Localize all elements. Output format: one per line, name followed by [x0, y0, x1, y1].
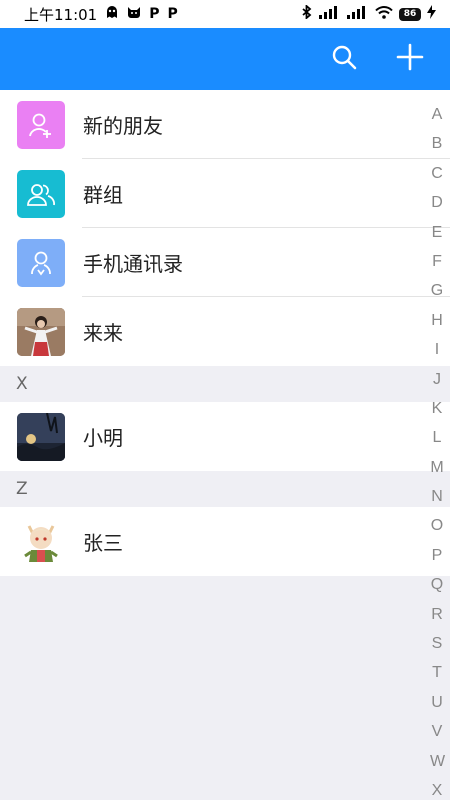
- search-button[interactable]: [325, 40, 363, 78]
- alphabet-index-letter-b[interactable]: B: [430, 129, 444, 158]
- p-notification-icon: P: [149, 6, 160, 22]
- alphabet-index-letter-r[interactable]: R: [430, 600, 444, 629]
- list-item-label: 群组: [83, 183, 123, 207]
- photo-avatar: [17, 307, 65, 356]
- alphabet-index-letter-n[interactable]: N: [430, 482, 444, 511]
- list-item-groups[interactable]: 群组: [0, 159, 450, 228]
- cat-notification-icon: [127, 5, 141, 23]
- contact-list: 新的朋友 群组 手机通讯录 来来 X 小明 Z 张三: [0, 90, 450, 576]
- contact-name: 张三: [83, 531, 123, 555]
- section-header-z: Z: [0, 471, 450, 507]
- status-left: 上午11:01 P P: [24, 4, 178, 25]
- alphabet-index-letter-q[interactable]: Q: [430, 570, 444, 599]
- anime-avatar: [17, 517, 65, 566]
- charging-icon: [427, 5, 436, 23]
- alphabet-index-letter-f[interactable]: F: [430, 247, 444, 276]
- alphabet-index-letter-e[interactable]: E: [430, 218, 444, 247]
- alphabet-index-letter-a[interactable]: A: [430, 100, 444, 129]
- section-letter: Z: [16, 479, 28, 499]
- plus-icon: [396, 43, 424, 75]
- contact-row-zhangsan[interactable]: 张三: [0, 507, 450, 576]
- add-button[interactable]: [391, 40, 429, 78]
- contact-name: 小明: [83, 426, 123, 450]
- signal-icon-2: [347, 5, 369, 23]
- bluetooth-icon: [301, 4, 313, 23]
- p-notification-icon-2: P: [167, 6, 178, 22]
- top-app-bar: [0, 28, 450, 90]
- wifi-icon: [375, 5, 393, 23]
- list-item-label: 手机通讯录: [83, 252, 183, 276]
- list-item-phone-contacts[interactable]: 手机通讯录: [0, 228, 450, 297]
- alphabet-index-letter-t[interactable]: T: [430, 658, 444, 687]
- status-bar: 上午11:01 P P 86: [0, 0, 450, 28]
- status-right: 86: [301, 4, 436, 23]
- alphabet-index-letter-l[interactable]: L: [430, 423, 444, 452]
- list-item-new-friends[interactable]: 新的朋友: [0, 90, 450, 159]
- alphabet-index-letter-g[interactable]: G: [430, 276, 444, 305]
- alphabet-index-letter-s[interactable]: S: [430, 629, 444, 658]
- alphabet-index-letter-k[interactable]: K: [430, 394, 444, 423]
- alphabet-index-letter-x[interactable]: X: [430, 776, 444, 800]
- list-item-label: 新的朋友: [83, 114, 163, 138]
- battery-icon: 86: [399, 7, 421, 21]
- phone-contacts-icon: [17, 238, 65, 287]
- alphabet-index-letter-w[interactable]: W: [430, 747, 445, 776]
- status-time: 上午11:01: [24, 5, 98, 24]
- alphabet-index-letter-u[interactable]: U: [430, 688, 444, 717]
- signal-icon: [319, 5, 341, 23]
- alphabet-index-letter-d[interactable]: D: [430, 188, 444, 217]
- contact-name: 来来: [83, 321, 123, 345]
- alphabet-index-letter-c[interactable]: C: [430, 159, 444, 188]
- alphabet-index-letter-p[interactable]: P: [430, 541, 444, 570]
- photo-avatar: [17, 412, 65, 461]
- alphabet-index-letter-o[interactable]: O: [430, 511, 444, 540]
- alphabet-index-letter-m[interactable]: M: [430, 453, 444, 482]
- section-letter: X: [16, 374, 28, 394]
- alphabet-index-letter-j[interactable]: J: [430, 365, 444, 394]
- contact-row-laila[interactable]: 来来: [0, 297, 450, 366]
- group-icon: [17, 169, 65, 218]
- contact-row-xiaoming[interactable]: 小明: [0, 402, 450, 471]
- alphabet-index-letter-v[interactable]: V: [430, 717, 444, 746]
- search-icon: [331, 44, 357, 74]
- alphabet-index[interactable]: ABCDEFGHIJKLMNOPQRSTUVWX: [430, 100, 445, 800]
- section-header-x: X: [0, 366, 450, 402]
- alphabet-index-letter-i[interactable]: I: [430, 335, 444, 364]
- alphabet-index-letter-h[interactable]: H: [430, 306, 444, 335]
- ghost-notification-icon: [105, 5, 119, 23]
- new-friend-icon: [17, 100, 65, 149]
